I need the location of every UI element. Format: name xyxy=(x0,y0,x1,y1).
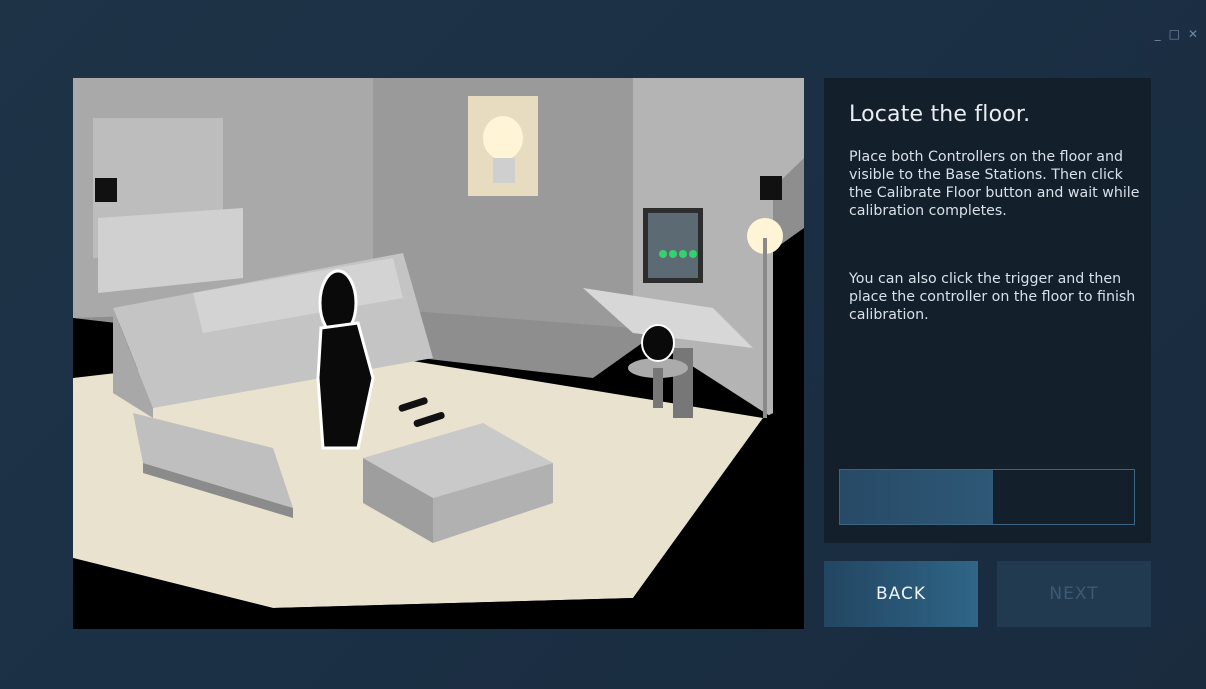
minimize-icon[interactable]: _ xyxy=(1155,28,1161,40)
instructions-panel: Locate the floor. Place both Controllers… xyxy=(824,78,1151,543)
close-icon[interactable]: ✕ xyxy=(1188,28,1198,40)
calibration-progress-bar xyxy=(839,469,1135,525)
progress-fill xyxy=(840,470,993,524)
instruction-text: Place both Controllers on the floor and … xyxy=(849,149,1140,219)
maximize-icon[interactable]: □ xyxy=(1169,28,1180,40)
back-button[interactable]: BACK xyxy=(824,561,978,627)
alternative-instruction-text: You can also click the trigger and then … xyxy=(849,271,1136,323)
room-illustration xyxy=(73,78,804,629)
window-controls: _ □ ✕ xyxy=(1155,28,1198,40)
step-title: Locate the floor. xyxy=(849,102,1031,127)
next-button[interactable]: NEXT xyxy=(997,561,1151,627)
